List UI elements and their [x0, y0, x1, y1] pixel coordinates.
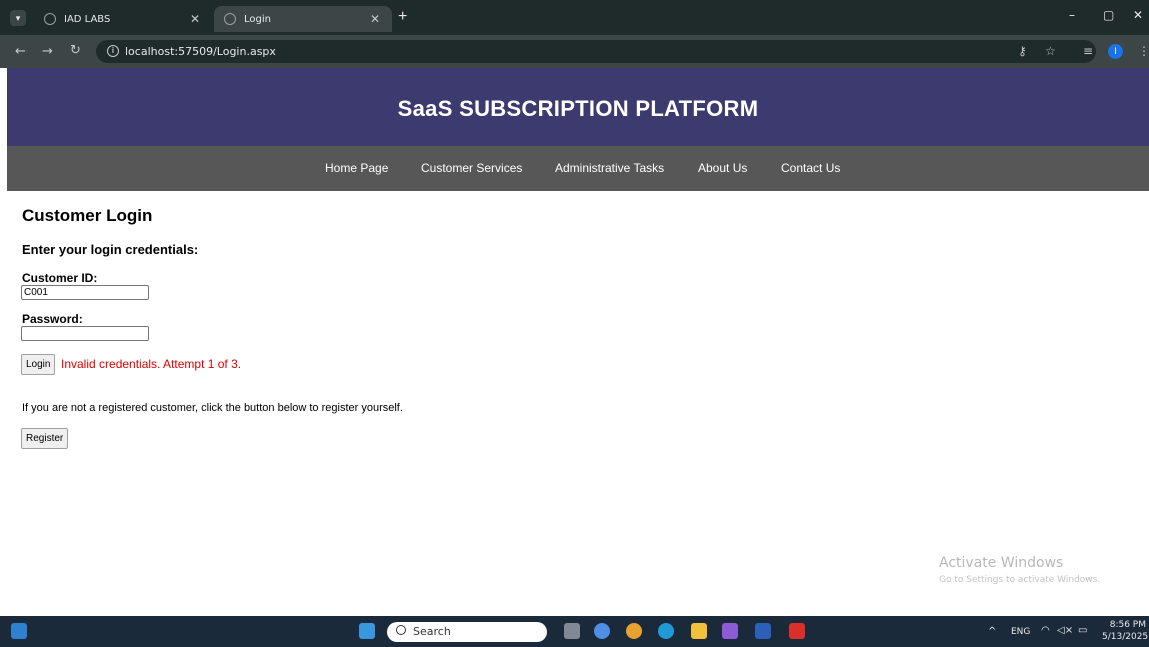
language-indicator[interactable]: ENG	[1011, 627, 1030, 637]
show-hidden-icons-icon[interactable]: ^	[988, 626, 996, 637]
close-tab-icon[interactable]: ✕	[368, 12, 382, 26]
new-tab-button[interactable]: +	[398, 9, 407, 25]
file-explorer-icon[interactable]	[691, 623, 707, 639]
credentials-subheading: Enter your login credentials:	[22, 242, 199, 257]
site-header: SaaS SUBSCRIPTION PLATFORM	[7, 68, 1149, 146]
volume-muted-icon[interactable]: ◁×	[1057, 625, 1073, 636]
tab-label: IAD LABS	[64, 13, 111, 25]
back-arrow-icon[interactable]: ←	[15, 45, 26, 59]
more-menu-icon[interactable]: ⋮	[1138, 44, 1149, 58]
activate-windows-subtitle: Go to Settings to activate Windows.	[939, 575, 1101, 585]
widgets-icon[interactable]	[11, 623, 27, 639]
customer-id-input[interactable]	[21, 285, 149, 300]
url-text[interactable]: localhost:57509/Login.aspx	[125, 45, 276, 58]
bookmark-star-icon[interactable]: ☆	[1045, 44, 1056, 58]
register-button[interactable]: Register	[21, 428, 69, 449]
site-info-icon[interactable]: i	[107, 45, 119, 57]
reload-icon[interactable]: ↻	[70, 44, 81, 58]
nav-home-page[interactable]: Home Page	[325, 161, 388, 175]
error-message: Invalid credentials. Attempt 1 of 3.	[61, 357, 242, 371]
forward-arrow-icon[interactable]: →	[42, 45, 53, 59]
globe-icon	[44, 13, 56, 25]
minimize-button[interactable]: –	[1069, 8, 1075, 22]
task-view-icon[interactable]	[564, 623, 580, 639]
maximize-button[interactable]: ▢	[1103, 8, 1114, 22]
reading-list-icon[interactable]: ≡	[1083, 44, 1093, 58]
taskbar-search-placeholder[interactable]: Search	[413, 625, 451, 638]
password-key-icon[interactable]: ⚷	[1018, 44, 1027, 58]
word-icon[interactable]	[755, 623, 771, 639]
search-icon	[396, 625, 406, 635]
globe-icon	[224, 13, 236, 25]
windows-start-icon[interactable]	[359, 623, 375, 639]
password-label: Password:	[22, 312, 83, 326]
battery-icon[interactable]: ▭	[1078, 625, 1087, 636]
register-prompt: If you are not a registered customer, cl…	[22, 402, 403, 414]
chrome-icon[interactable]	[626, 623, 642, 639]
clock-date[interactable]: 5/13/2025	[1102, 632, 1148, 642]
customer-id-label: Customer ID:	[22, 271, 98, 285]
close-window-button[interactable]: ✕	[1133, 8, 1143, 22]
nav-customer-services[interactable]: Customer Services	[421, 161, 522, 175]
visual-studio-icon[interactable]	[722, 623, 738, 639]
copilot-icon[interactable]	[594, 623, 610, 639]
edge-icon[interactable]	[658, 623, 674, 639]
wifi-icon[interactable]: ◠	[1041, 625, 1050, 636]
page-title: Customer Login	[22, 206, 153, 225]
site-title: SaaS SUBSCRIPTION PLATFORM	[397, 96, 759, 121]
clock-time[interactable]: 8:56 PM	[1108, 620, 1146, 630]
tab-login[interactable]: Login ✕	[214, 6, 392, 32]
activate-windows-title: Activate Windows	[939, 555, 1064, 571]
nav-administrative-tasks[interactable]: Administrative Tasks	[555, 161, 664, 175]
tab-label: Login	[244, 13, 271, 25]
login-button[interactable]: Login	[21, 354, 56, 375]
profile-avatar[interactable]: I	[1108, 44, 1123, 59]
close-tab-icon[interactable]: ✕	[188, 12, 202, 26]
tab-search-dropdown-icon[interactable]: ▾	[10, 10, 26, 26]
taskbar-search-box[interactable]	[387, 622, 547, 642]
nav-contact-us[interactable]: Contact Us	[781, 161, 840, 175]
tab-iad-labs[interactable]: IAD LABS ✕	[34, 6, 212, 32]
nav-about-us[interactable]: About Us	[698, 161, 747, 175]
password-input[interactable]	[21, 326, 149, 341]
flash-app-icon[interactable]	[789, 623, 805, 639]
